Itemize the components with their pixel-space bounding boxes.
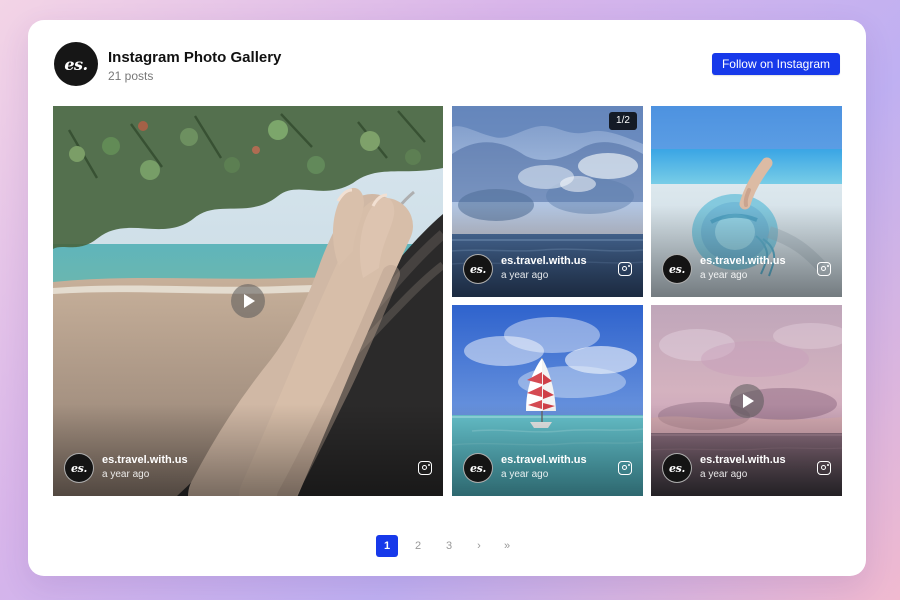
post-username: es.travel.with.us xyxy=(501,454,587,466)
post-meta: es. es.travel.with.us a year ago xyxy=(662,453,831,485)
gallery-post-3[interactable]: es. es.travel.with.us a year ago xyxy=(651,106,842,297)
page-3-button[interactable]: 3 xyxy=(441,535,457,557)
carousel-count-badge: 1/2 xyxy=(609,112,637,130)
post-time: a year ago xyxy=(501,270,549,281)
gallery-post-5[interactable]: es. es.travel.with.us a year ago xyxy=(651,305,842,496)
post-username: es.travel.with.us xyxy=(700,454,786,466)
gallery-card: es. Instagram Photo Gallery 21 posts Fol… xyxy=(28,20,866,576)
post-meta: es. es.travel.with.us a year ago xyxy=(463,254,632,286)
play-icon[interactable] xyxy=(730,384,764,418)
play-icon[interactable] xyxy=(231,284,265,318)
es-logo-icon: es. xyxy=(70,461,88,475)
post-meta: es. es.travel.with.us a year ago xyxy=(463,453,632,485)
gallery-post-2[interactable]: 1/2 es. es.travel.with.us a year ago xyxy=(452,106,643,297)
gallery-post-4[interactable]: es. es.travel.with.us a year ago xyxy=(452,305,643,496)
es-logo-icon: es. xyxy=(668,461,686,475)
es-logo-icon: es. xyxy=(469,262,487,276)
es-logo-icon: es. xyxy=(469,461,487,475)
posts-count: 21 posts xyxy=(108,69,154,83)
post-avatar: es. xyxy=(64,453,94,483)
instagram-icon[interactable] xyxy=(618,262,632,276)
post-time: a year ago xyxy=(700,469,748,480)
instagram-icon[interactable] xyxy=(817,461,831,475)
post-avatar: es. xyxy=(662,453,692,483)
post-time: a year ago xyxy=(102,469,150,480)
last-page-button[interactable]: » xyxy=(500,535,514,557)
post-meta: es. es.travel.with.us a year ago xyxy=(64,453,432,485)
instagram-icon[interactable] xyxy=(618,461,632,475)
post-avatar: es. xyxy=(463,254,493,284)
es-logo-icon: es. xyxy=(64,54,88,74)
gallery-header: es. Instagram Photo Gallery 21 posts Fol… xyxy=(54,42,840,86)
page-2-button[interactable]: 2 xyxy=(410,535,426,557)
post-username: es.travel.with.us xyxy=(102,454,188,466)
profile-avatar: es. xyxy=(54,42,98,86)
follow-on-instagram-button[interactable]: Follow on Instagram xyxy=(711,53,840,75)
post-avatar: es. xyxy=(662,254,692,284)
post-meta: es. es.travel.with.us a year ago xyxy=(662,254,831,286)
post-username: es.travel.with.us xyxy=(700,255,786,267)
post-avatar: es. xyxy=(463,453,493,483)
gallery-post-1[interactable]: es. es.travel.with.us a year ago xyxy=(53,106,443,496)
post-time: a year ago xyxy=(700,270,748,281)
photo-grid: es. es.travel.with.us a year ago 1/2 es.… xyxy=(53,106,842,496)
es-logo-icon: es. xyxy=(668,262,686,276)
post-time: a year ago xyxy=(501,469,549,480)
page-title: Instagram Photo Gallery xyxy=(108,49,282,66)
instagram-icon[interactable] xyxy=(817,262,831,276)
post-username: es.travel.with.us xyxy=(501,255,587,267)
next-page-button[interactable]: › xyxy=(473,535,485,557)
instagram-icon[interactable] xyxy=(418,461,432,475)
page-1-button[interactable]: 1 xyxy=(376,535,398,557)
